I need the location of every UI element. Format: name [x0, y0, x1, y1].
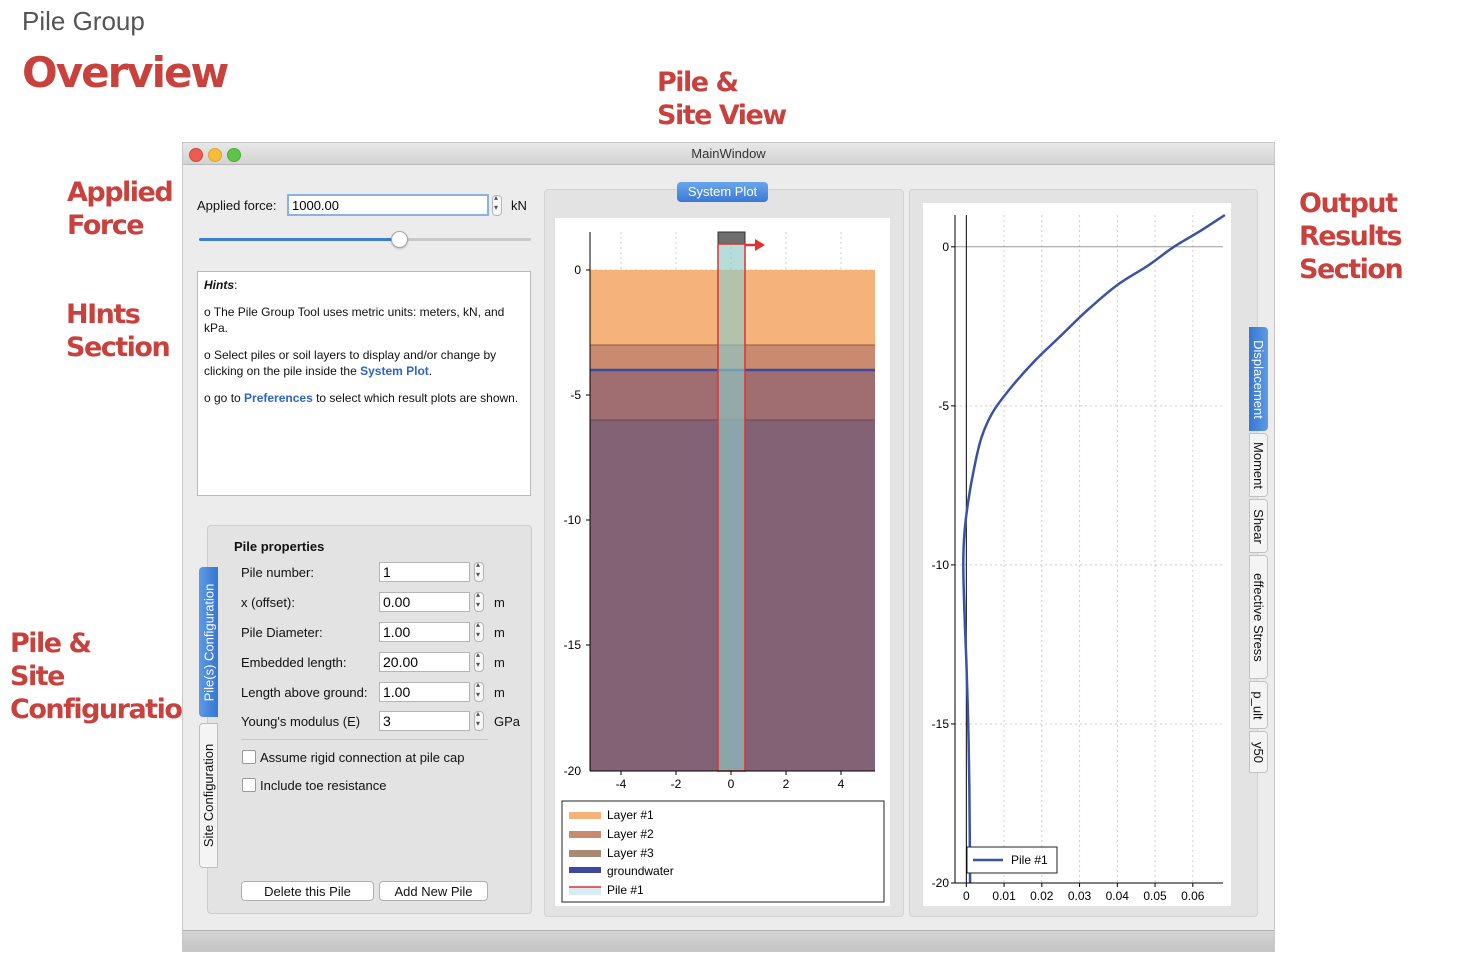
x-tick-label: 0.03 [1068, 889, 1092, 903]
tab-effective-stress[interactable]: effective Stress [1249, 555, 1268, 679]
x-tick-label: 0.06 [1181, 889, 1205, 903]
x-tick-label: 0.01 [992, 889, 1016, 903]
hint-select: o Select piles or soil layers to display… [204, 348, 497, 378]
x-tick-label: 0.04 [1106, 889, 1130, 903]
x-tick-label: -4 [616, 777, 627, 791]
delete-pile-button[interactable]: Delete this Pile [241, 881, 374, 901]
length-above-ground-stepper[interactable] [474, 680, 484, 702]
y-tick-label: 0 [574, 263, 581, 277]
force-slider-track[interactable] [199, 231, 531, 248]
embedded-length-stepper[interactable] [474, 650, 484, 672]
legend-pile-1: Pile #1 [607, 883, 644, 897]
youngs-modulus-unit: GPa [494, 714, 521, 729]
legend-pile-1: Pile #1 [1011, 853, 1048, 867]
force-slider-handle[interactable] [391, 231, 409, 248]
annotation-applied-force: Applied Force [67, 177, 174, 241]
x-offset-stepper[interactable] [474, 590, 484, 612]
tab-system-plot[interactable]: System Plot [677, 182, 768, 202]
window-title: MainWindow [691, 146, 766, 161]
page-title: Overview [22, 48, 229, 97]
force-slider-fill [199, 238, 399, 241]
length-above-ground-unit: m [494, 685, 505, 700]
x-tick-label: 2 [783, 777, 790, 791]
tab-moment[interactable]: Moment [1249, 433, 1268, 497]
legend-layer-1: Layer #1 [607, 808, 654, 822]
pile-1[interactable] [717, 243, 746, 772]
y-tick-label: -10 [564, 513, 582, 527]
youngs-modulus-label: Young's modulus (E) [241, 714, 361, 729]
embedded-length-unit: m [494, 655, 505, 670]
youngs-modulus-input[interactable] [379, 711, 470, 731]
x-tick-label: 0 [963, 889, 970, 903]
length-above-ground-input[interactable] [379, 682, 470, 702]
y-tick-label: -10 [932, 558, 950, 572]
system-plot[interactable]: -4 -2 0 2 4 0 -5 -10 -15 -20 Layer #1 La… [555, 218, 890, 906]
applied-force-input[interactable] [287, 194, 489, 216]
pile-cap[interactable] [717, 231, 746, 245]
legend-layer-3: Layer #3 [607, 846, 654, 860]
main-window: MainWindow Applied force: kN Hints: o Th… [182, 142, 1275, 952]
youngs-modulus-stepper[interactable] [474, 709, 484, 731]
y-tick-label: -5 [938, 399, 949, 413]
title-bar: MainWindow [183, 143, 1274, 165]
embedded-length-input[interactable] [379, 652, 470, 672]
hint-preferences: o go to Preferences to select which resu… [204, 391, 519, 405]
pile-diameter-label: Pile Diameter: [241, 625, 323, 640]
pile-diameter-unit: m [494, 625, 505, 640]
x-tick-label: 0.05 [1143, 889, 1167, 903]
hints-panel: Hints: o The Pile Group Tool uses metric… [197, 271, 531, 496]
rigid-connection-checkbox[interactable] [242, 750, 256, 764]
tab-piles-configuration[interactable]: Pile(s) Configuration [199, 567, 218, 717]
length-above-ground-label: Length above ground: [241, 685, 368, 700]
annotation-pile-site-view: Pile & Site View [657, 67, 787, 131]
embedded-length-label: Embedded length: [241, 655, 347, 670]
tab-shear[interactable]: Shear [1249, 499, 1268, 553]
applied-force-stepper[interactable] [492, 193, 502, 216]
pile-diameter-stepper[interactable] [474, 620, 484, 642]
tab-site-configuration[interactable]: Site Configuration [199, 723, 218, 868]
properties-divider [241, 739, 488, 740]
hint-units: o The Pile Group Tool uses metric units:… [204, 305, 505, 335]
legend-groundwater: groundwater [607, 864, 674, 878]
y-tick-label: -15 [564, 638, 582, 652]
tab-y50[interactable]: y50 [1249, 731, 1268, 773]
system-plot-legend: Layer #1 Layer #2 Layer #3 groundwater P… [561, 800, 885, 903]
y-tick-label: -5 [570, 388, 581, 402]
y-tick-label: -20 [564, 764, 582, 778]
preferences-link[interactable]: Preferences [244, 391, 313, 405]
tab-p-ult[interactable]: p_ult [1249, 681, 1268, 729]
displacement-plot[interactable]: 0 0.01 0.02 0.03 0.04 0.05 0.06 0 -5 -10… [923, 203, 1231, 906]
x-tick-label: 0.02 [1030, 889, 1054, 903]
y-tick-label: -20 [932, 876, 950, 890]
pile-diameter-input[interactable] [379, 622, 470, 642]
toe-resistance-checkbox[interactable] [242, 778, 256, 792]
status-bar [183, 930, 1274, 951]
pile-properties-heading: Pile properties [234, 539, 325, 554]
x-tick-label: 4 [838, 777, 845, 791]
y-tick-label: 0 [942, 240, 949, 254]
pile-number-stepper[interactable] [474, 560, 484, 582]
toe-resistance-label: Include toe resistance [260, 778, 387, 793]
rigid-connection-label: Assume rigid connection at pile cap [260, 750, 465, 765]
system-plot-link[interactable]: System Plot [360, 364, 429, 378]
tab-displacement[interactable]: Displacement [1249, 327, 1268, 431]
annotation-output-results: Output Results Section [1299, 188, 1404, 285]
pile-number-input[interactable] [379, 562, 470, 582]
x-offset-unit: m [494, 595, 505, 610]
x-offset-label: x (offset): [241, 595, 295, 610]
x-tick-label: 0 [728, 777, 735, 791]
x-tick-label: -2 [671, 777, 682, 791]
legend-layer-2: Layer #2 [607, 827, 654, 841]
x-offset-input[interactable] [379, 592, 470, 612]
result-plot-legend: Pile #1 [966, 846, 1058, 874]
annotation-hints-section: HInts Section [66, 299, 171, 363]
hints-heading: Hints [204, 278, 234, 292]
annotation-pile-site-configuration: Pile & Site Configuration [10, 628, 201, 725]
applied-force-label: Applied force: [197, 198, 277, 213]
add-new-pile-button[interactable]: Add New Pile [379, 881, 488, 901]
pile-number-label: Pile number: [241, 565, 314, 580]
y-tick-label: -15 [932, 717, 950, 731]
applied-force-unit: kN [511, 198, 527, 213]
page-subtitle: Pile Group [22, 6, 145, 36]
